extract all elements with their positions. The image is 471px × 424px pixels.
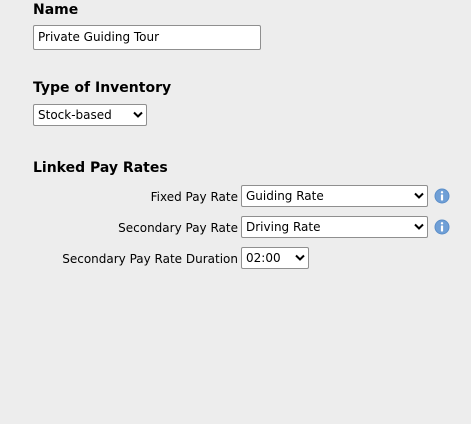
- name-input[interactable]: Private Guiding Tour: [33, 25, 261, 50]
- inventory-heading: Type of Inventory: [33, 80, 172, 96]
- duration-select[interactable]: 02:00: [241, 247, 309, 269]
- pay-rates-heading: Linked Pay Rates: [33, 160, 168, 176]
- name-heading: Name: [33, 2, 79, 18]
- chevron-down-icon: [133, 111, 143, 118]
- secondary-pay-rate-label: Secondary Pay Rate: [118, 221, 238, 235]
- chevron-down-icon: [295, 254, 305, 261]
- info-icon[interactable]: [434, 219, 450, 235]
- chevron-down-icon: [414, 223, 424, 230]
- fixed-pay-rate-select[interactable]: Guiding Rate: [241, 185, 428, 207]
- duration-value: 02:00: [246, 251, 281, 265]
- inventory-type-select[interactable]: Stock-based: [33, 104, 147, 126]
- chevron-down-icon: [414, 192, 424, 199]
- info-icon[interactable]: [434, 188, 450, 204]
- inventory-type-value: Stock-based: [38, 108, 112, 122]
- fixed-pay-rate-value: Guiding Rate: [246, 189, 324, 203]
- secondary-pay-rate-select[interactable]: Driving Rate: [241, 216, 428, 238]
- fixed-pay-rate-label: Fixed Pay Rate: [150, 190, 238, 204]
- secondary-pay-rate-value: Driving Rate: [246, 220, 321, 234]
- duration-label: Secondary Pay Rate Duration: [62, 252, 238, 266]
